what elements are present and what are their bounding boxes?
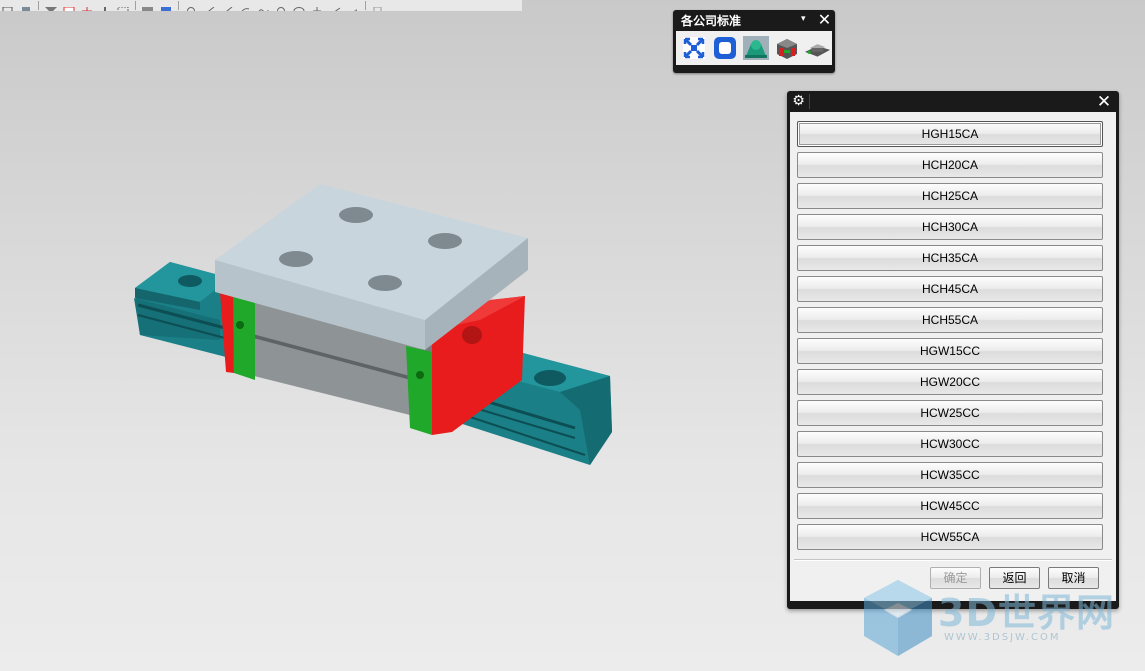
toolbar-separator [135,1,136,10]
orient-icon[interactable] [185,1,197,11]
circle-icon[interactable] [275,1,287,11]
option-button[interactable]: HGW20CC [797,369,1103,395]
company-standards-palette: 各公司标准 ▾ ✕ [673,10,835,73]
toolbar-separator [365,1,366,10]
palette-dropdown-icon[interactable]: ▾ [801,14,806,24]
line-icon[interactable] [203,1,215,11]
arrow-icon[interactable] [221,1,233,11]
snap-icon[interactable] [63,1,75,11]
rotate-icon[interactable] [329,1,341,11]
dialog-close-icon[interactable]: ✕ [1093,92,1115,112]
cube-logo-icon [864,580,932,656]
toolbar-separator [38,1,39,10]
option-button[interactable]: HGH15CA [797,121,1103,147]
select-icon[interactable] [2,1,14,11]
ellipse-icon[interactable] [293,1,305,11]
watermark-url: WWW.3DSJW.COM [944,632,1061,643]
option-button[interactable]: HCH20CA [797,152,1103,178]
fit-frame-icon[interactable] [680,35,707,62]
titlebar-divider [809,94,810,109]
option-button[interactable]: HCH45CA [797,276,1103,302]
support-bracket-icon[interactable] [742,35,769,62]
view-icon[interactable] [20,1,32,11]
option-button[interactable]: HCW30CC [797,431,1103,457]
option-button[interactable]: HGW15CC [797,338,1103,364]
palette-toolbar [676,31,832,65]
guide-block-icon[interactable] [773,35,800,62]
option-button[interactable]: HCH25CA [797,183,1103,209]
linear-guide-model[interactable] [120,170,640,480]
arc-icon[interactable] [239,1,251,11]
toolbar-separator [178,1,179,10]
top-toolbar [0,0,522,12]
dialog-divider [794,559,1112,561]
filter-icon[interactable] [45,1,57,11]
rail-carriage-icon[interactable] [804,35,831,62]
option-button[interactable]: HCH30CA [797,214,1103,240]
option-button[interactable]: HCW25CC [797,400,1103,426]
point-icon[interactable] [81,1,93,11]
shaded-view-icon[interactable] [142,1,154,11]
plane-icon[interactable] [347,1,359,11]
rounded-square-icon[interactable] [711,35,738,62]
sketch-icon[interactable] [372,1,384,11]
option-button[interactable]: HCW35CC [797,462,1103,488]
cube-view-icon[interactable] [160,1,172,11]
watermark: 3D世界网 WWW.3DSJW.COM [860,578,1130,663]
model-selection-dialog: ⚙ ✕ HGH15CA HCH20CA HCH25CA HCH30CA HCH3… [787,91,1119,609]
pin-icon[interactable] [99,1,111,11]
option-button[interactable]: HCW55CA [797,524,1103,550]
palette-title: 各公司标准 [681,14,742,28]
palette-close-icon[interactable]: ✕ [816,11,833,28]
option-button[interactable]: HCH35CA [797,245,1103,271]
spline-icon[interactable] [257,1,269,11]
dialog-body: HGH15CA HCH20CA HCH25CA HCH30CA HCH35CA … [790,112,1116,601]
box-select-icon[interactable] [117,1,129,11]
option-button[interactable]: HCH55CA [797,307,1103,333]
gear-icon[interactable]: ⚙ [790,93,807,110]
model-option-list: HGH15CA HCH20CA HCH25CA HCH30CA HCH35CA … [797,121,1103,555]
watermark-text: 3D世界网 [938,591,1115,635]
move-icon[interactable] [311,1,323,11]
option-button[interactable]: HCW45CC [797,493,1103,519]
